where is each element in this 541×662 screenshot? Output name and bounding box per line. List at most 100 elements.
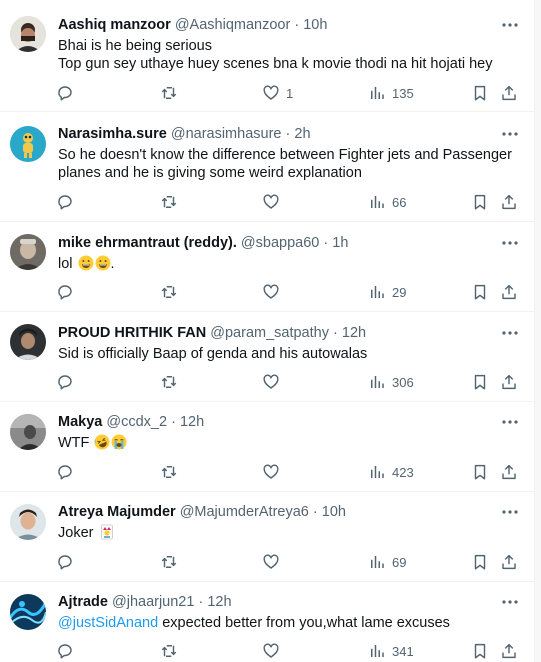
timestamp[interactable]: 12h bbox=[180, 414, 204, 430]
mention-link[interactable]: @justSidAnand bbox=[58, 615, 158, 631]
share-button[interactable] bbox=[500, 83, 518, 103]
share-button[interactable] bbox=[500, 372, 518, 392]
heart-icon bbox=[262, 463, 280, 481]
share-button[interactable] bbox=[500, 641, 518, 661]
reply-icon bbox=[56, 373, 74, 391]
avatar[interactable] bbox=[10, 234, 46, 270]
reply-text-line: So he doesn't know the difference betwee… bbox=[58, 147, 512, 163]
views-chart-icon bbox=[368, 283, 386, 301]
reply-button[interactable] bbox=[56, 192, 74, 212]
more-options-icon[interactable] bbox=[500, 124, 520, 144]
repost-button[interactable] bbox=[160, 552, 178, 572]
views-button[interactable]: 423 bbox=[368, 462, 414, 482]
like-button[interactable] bbox=[262, 641, 280, 661]
share-button[interactable] bbox=[500, 282, 518, 302]
like-button[interactable] bbox=[262, 192, 280, 212]
avatar[interactable] bbox=[10, 324, 46, 360]
reply-item[interactable]: mike ehrmantraut (reddy). @sbappa60 · 1h… bbox=[0, 222, 534, 312]
repost-button[interactable] bbox=[160, 83, 178, 103]
reply-button[interactable] bbox=[56, 83, 74, 103]
like-button[interactable] bbox=[262, 552, 280, 572]
bookmark-button[interactable] bbox=[471, 83, 489, 103]
avatar[interactable] bbox=[10, 594, 46, 630]
user-handle[interactable]: @param_satpathy bbox=[210, 325, 329, 341]
user-handle[interactable]: @ccdx_2 bbox=[106, 414, 167, 430]
scrollbar[interactable] bbox=[535, 0, 541, 662]
user-handle[interactable]: @narasimhasure bbox=[171, 126, 282, 142]
more-options-icon[interactable] bbox=[500, 323, 520, 343]
bookmark-button[interactable] bbox=[471, 282, 489, 302]
bookmark-button[interactable] bbox=[471, 462, 489, 482]
share-button[interactable] bbox=[500, 192, 518, 212]
timestamp[interactable]: 12h bbox=[342, 325, 366, 341]
display-name[interactable]: Ajtrade bbox=[58, 594, 108, 610]
reply-button[interactable] bbox=[56, 552, 74, 572]
views-button[interactable]: 66 bbox=[368, 192, 406, 212]
timestamp[interactable]: 10h bbox=[303, 17, 327, 33]
like-button[interactable] bbox=[262, 282, 280, 302]
views-chart-icon bbox=[368, 553, 386, 571]
share-button[interactable] bbox=[500, 552, 518, 572]
reply-text: Sid is officially Baap of genda and his … bbox=[58, 345, 367, 363]
avatar[interactable] bbox=[10, 504, 46, 540]
more-options-icon[interactable] bbox=[500, 592, 520, 612]
more-options-icon[interactable] bbox=[500, 15, 520, 35]
more-options-icon[interactable] bbox=[500, 412, 520, 432]
timestamp[interactable]: 1h bbox=[332, 235, 348, 251]
separator-dot: · bbox=[285, 126, 291, 142]
like-button[interactable] bbox=[262, 462, 280, 482]
display-name[interactable]: Atreya Majumder bbox=[58, 504, 176, 520]
reply-header: Ajtrade @jhaarjun21 · 12h bbox=[58, 592, 232, 612]
display-name[interactable]: PROUD HRITHIK FAN bbox=[58, 325, 206, 341]
reply-text-content: lol bbox=[58, 256, 73, 272]
separator-dot: · bbox=[294, 17, 300, 33]
reply-button[interactable] bbox=[56, 641, 74, 661]
user-handle[interactable]: @sbappa60 bbox=[241, 235, 319, 251]
user-handle[interactable]: @Aashiqmanzoor bbox=[175, 17, 290, 33]
display-name[interactable]: Aashiq manzoor bbox=[58, 17, 171, 33]
views-button[interactable]: 341 bbox=[368, 641, 414, 661]
reply-item[interactable]: PROUD HRITHIK FAN @param_satpathy · 12h … bbox=[0, 312, 534, 402]
reply-button[interactable] bbox=[56, 462, 74, 482]
like-button[interactable]: 1 bbox=[262, 83, 293, 103]
user-handle[interactable]: @jhaarjun21 bbox=[112, 594, 194, 610]
reply-button[interactable] bbox=[56, 282, 74, 302]
reply-item[interactable]: Aashiq manzoor @Aashiqmanzoor · 10h Bhai… bbox=[0, 0, 534, 112]
display-name[interactable]: mike ehrmantraut (reddy). bbox=[58, 235, 237, 251]
like-button[interactable] bbox=[262, 372, 280, 392]
bookmark-button[interactable] bbox=[471, 372, 489, 392]
repost-button[interactable] bbox=[160, 372, 178, 392]
reply-button[interactable] bbox=[56, 372, 74, 392]
repost-button[interactable] bbox=[160, 192, 178, 212]
user-handle[interactable]: @MajumderAtreya6 bbox=[180, 504, 309, 520]
reply-item[interactable]: Atreya Majumder @MajumderAtreya6 · 10h J… bbox=[0, 492, 534, 582]
more-options-icon[interactable] bbox=[500, 502, 520, 522]
avatar[interactable] bbox=[10, 414, 46, 450]
bookmark-button[interactable] bbox=[471, 641, 489, 661]
timestamp[interactable]: 12h bbox=[207, 594, 231, 610]
bookmark-button[interactable] bbox=[471, 552, 489, 572]
reply-item[interactable]: Makya @ccdx_2 · 12h WTF 423 bbox=[0, 402, 534, 492]
more-options-icon[interactable] bbox=[500, 233, 520, 253]
reply-header: PROUD HRITHIK FAN @param_satpathy · 12h bbox=[58, 323, 366, 343]
repost-button[interactable] bbox=[160, 462, 178, 482]
bookmark-button[interactable] bbox=[471, 192, 489, 212]
share-button[interactable] bbox=[500, 462, 518, 482]
views-button[interactable]: 306 bbox=[368, 372, 414, 392]
display-name[interactable]: Narasimha.sure bbox=[58, 126, 167, 142]
repost-button[interactable] bbox=[160, 282, 178, 302]
display-name[interactable]: Makya bbox=[58, 414, 102, 430]
avatar[interactable] bbox=[10, 16, 46, 52]
heart-icon bbox=[262, 553, 280, 571]
timestamp[interactable]: 10h bbox=[322, 504, 346, 520]
reply-item[interactable]: Narasimha.sure @narasimhasure · 2h So he… bbox=[0, 112, 534, 222]
reply-item[interactable]: Ajtrade @jhaarjun21 · 12h @justSidAnand … bbox=[0, 582, 534, 662]
heart-icon bbox=[262, 84, 280, 102]
avatar[interactable] bbox=[10, 126, 46, 162]
views-button[interactable]: 69 bbox=[368, 552, 406, 572]
repost-button[interactable] bbox=[160, 641, 178, 661]
views-button[interactable]: 135 bbox=[368, 83, 414, 103]
timestamp[interactable]: 2h bbox=[294, 126, 310, 142]
views-button[interactable]: 29 bbox=[368, 282, 406, 302]
bookmark-icon bbox=[471, 193, 489, 211]
